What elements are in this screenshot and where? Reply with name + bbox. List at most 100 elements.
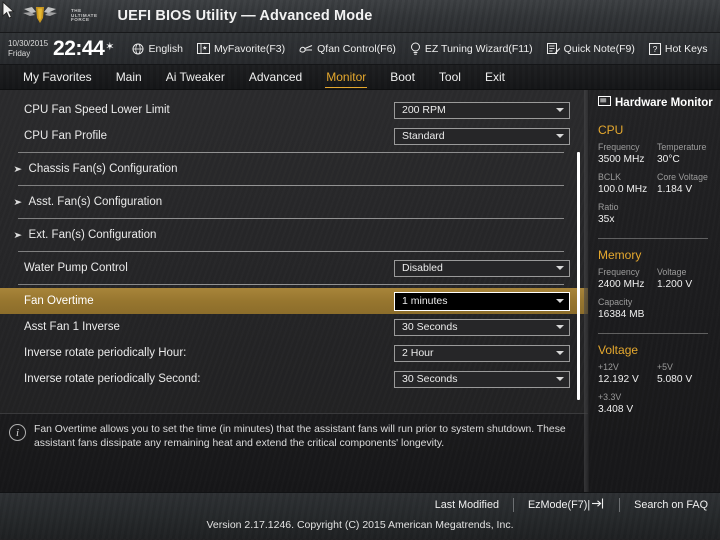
chevron-down-icon	[556, 351, 564, 355]
hardware-monitor-panel: Hardware Monitor CPU Frequency 3500 MHz …	[584, 90, 720, 492]
globe-icon	[132, 43, 144, 55]
hw-group-voltage-title: Voltage	[598, 343, 639, 357]
chevron-right-icon: ➤	[13, 196, 23, 207]
weekday-label: Friday	[8, 48, 31, 58]
tab-ai-tweaker[interactable]: Ai Tweaker	[165, 68, 226, 86]
ezmode-button[interactable]: EzMode(F7)|	[528, 498, 605, 512]
submenu-row-chassis-fans-configuration[interactable]: ➤ Chassis Fan(s) Configuration	[0, 156, 588, 182]
row-divider	[18, 152, 564, 153]
dropdown-value: Disabled	[402, 262, 443, 274]
footer: Last Modified EzMode(F7)| Search on FAQ …	[0, 492, 720, 539]
hw-row: Frequency 2400 MHz Voltage 1.200 V	[598, 266, 720, 292]
dropdown-inverse-rotate-hour[interactable]: 2 Hour	[394, 344, 570, 362]
setting-label: CPU Fan Profile	[24, 130, 108, 142]
dropdown-cpu-fan-speed-lower-limit[interactable]: 200 RPM	[394, 101, 570, 119]
arrow-exit-icon	[592, 498, 605, 512]
hw-value: 3500 MHz	[598, 154, 645, 165]
mouse-cursor	[2, 1, 15, 19]
dropdown-water-pump-control[interactable]: Disabled	[394, 259, 570, 277]
setting-row-cpu-fan-profile[interactable]: CPU Fan Profile Standard	[0, 123, 588, 149]
toolbar-label-hot-keys: Hot Keys	[664, 42, 708, 55]
setting-label: Inverse rotate periodically Second:	[24, 373, 201, 385]
hw-value: 16384 MB	[598, 309, 645, 320]
tuf-logo-text: THE ULTIMATE FORCE	[71, 8, 98, 23]
last-modified-button[interactable]: Last Modified	[435, 499, 499, 511]
dropdown-value: 200 RPM	[402, 104, 446, 116]
submenu-row-asst-fans-configuration[interactable]: ➤ Asst. Fan(s) Configuration	[0, 189, 588, 215]
dropdown-fan-overtime[interactable]: 1 minutes	[394, 291, 570, 311]
hw-value: 30°C	[657, 154, 680, 165]
toolbar-item-myfavorite[interactable]: MyFavorite(F3)	[196, 42, 286, 55]
hw-key: BCLK	[598, 172, 621, 182]
lightbulb-icon	[410, 42, 421, 55]
row-divider	[18, 218, 564, 219]
footer-divider	[619, 498, 621, 512]
hw-value: 3.408 V	[598, 404, 634, 415]
setting-label: CPU Fan Speed Lower Limit	[24, 104, 170, 116]
toolbar-item-quick-note[interactable]: Quick Note(F9)	[546, 42, 635, 55]
chevron-down-icon	[556, 108, 564, 112]
setting-row-inverse-rotate-second[interactable]: Inverse rotate periodically Second: 30 S…	[0, 366, 588, 392]
hw-cell: Capacity 16384 MB	[598, 296, 657, 322]
dropdown-cpu-fan-profile[interactable]: Standard	[394, 127, 570, 145]
bios-screen: THE ULTIMATE FORCE UEFI BIOS Utility — A…	[0, 0, 720, 540]
submenu-row-ext-fans-configuration[interactable]: ➤ Ext. Fan(s) Configuration	[0, 222, 588, 248]
chevron-down-icon	[556, 325, 564, 329]
hw-row: BCLK 100.0 MHz Core Voltage 1.184 V	[598, 171, 720, 197]
tab-exit[interactable]: Exit	[484, 68, 506, 86]
hardware-monitor-header: Hardware Monitor	[598, 92, 720, 114]
settings-scrollbar-thumb[interactable]	[577, 152, 580, 400]
tab-my-favorites[interactable]: My Favorites	[22, 68, 93, 86]
hw-row: Frequency 3500 MHz Temperature 30°C	[598, 141, 720, 167]
chevron-down-icon	[556, 266, 564, 270]
hw-value: 35x	[598, 214, 615, 225]
dropdown-asst-fan-1-inverse[interactable]: 30 Seconds	[394, 318, 570, 336]
submenu-label: Ext. Fan(s) Configuration	[28, 229, 157, 241]
hw-key: Voltage	[657, 267, 687, 277]
toolbar-label-qfan-control: Qfan Control(F6)	[317, 42, 396, 55]
title-bar: THE ULTIMATE FORCE UEFI BIOS Utility — A…	[0, 0, 720, 33]
setting-label: Fan Overtime	[24, 295, 94, 307]
hw-key: Temperature	[657, 142, 707, 152]
chevron-down-icon	[556, 134, 564, 138]
hw-cell: Core Voltage 1.184 V	[657, 171, 716, 197]
hw-key: +12V	[598, 362, 619, 372]
chevron-right-icon: ➤	[13, 229, 23, 240]
help-panel: i Fan Overtime allows you to set the tim…	[0, 413, 588, 492]
dropdown-value: 2 Hour	[402, 347, 434, 359]
tab-advanced[interactable]: Advanced	[248, 68, 303, 86]
hw-group-memory-title: Memory	[598, 248, 642, 262]
setting-row-inverse-rotate-hour[interactable]: Inverse rotate periodically Hour: 2 Hour	[0, 340, 588, 366]
hw-key: Frequency	[598, 142, 640, 152]
tab-main[interactable]: Main	[115, 68, 143, 86]
gear-icon[interactable]: ✶	[105, 40, 114, 53]
setting-row-asst-fan-1-inverse[interactable]: Asst Fan 1 Inverse 30 Seconds	[0, 314, 588, 340]
search-on-faq-button[interactable]: Search on FAQ	[634, 499, 708, 511]
setting-row-fan-overtime[interactable]: Fan Overtime 1 minutes	[0, 288, 588, 314]
row-divider	[18, 284, 564, 285]
toolbar-label-myfavorite: MyFavorite(F3)	[213, 42, 286, 55]
hw-key: Core Voltage	[657, 172, 708, 182]
toolbar-item-ez-tuning-wizard[interactable]: EZ Tuning Wizard(F11)	[410, 42, 533, 55]
tab-tool[interactable]: Tool	[438, 68, 462, 86]
hw-cell: Frequency 3500 MHz	[598, 141, 657, 167]
setting-row-water-pump-control[interactable]: Water Pump Control Disabled	[0, 255, 588, 281]
toolbar-label-quick-note: Quick Note(F9)	[563, 42, 635, 55]
row-divider	[18, 251, 564, 252]
toolbar-item-hot-keys[interactable]: ? Hot Keys	[648, 42, 708, 55]
hw-key: +5V	[657, 362, 673, 372]
hw-row: +3.3V 3.408 V	[598, 391, 720, 417]
dropdown-inverse-rotate-second[interactable]: 30 Seconds	[394, 370, 570, 388]
setting-label: Water Pump Control	[24, 262, 128, 274]
setting-row-cpu-fan-speed-lower-limit[interactable]: CPU Fan Speed Lower Limit 200 RPM	[0, 97, 588, 123]
setting-label: Inverse rotate periodically Hour:	[24, 347, 187, 359]
hw-value: 5.080 V	[657, 374, 693, 385]
dropdown-value: 1 minutes	[402, 295, 448, 307]
main-navigation: My Favorites Main Ai Tweaker Advanced Mo…	[0, 65, 720, 90]
hw-key: Capacity	[598, 297, 633, 307]
tab-boot[interactable]: Boot	[389, 68, 416, 86]
tab-monitor[interactable]: Monitor	[325, 68, 368, 88]
hw-row: Capacity 16384 MB	[598, 296, 720, 322]
toolbar-item-english[interactable]: English	[132, 43, 183, 55]
toolbar-item-qfan-control[interactable]: Qfan Control(F6)	[299, 43, 396, 55]
